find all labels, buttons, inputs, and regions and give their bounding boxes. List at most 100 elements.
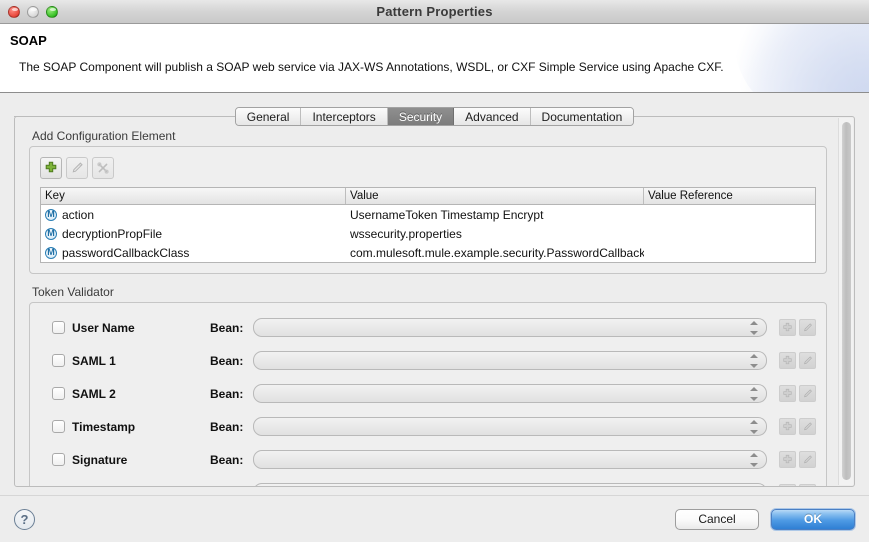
token-validator-row-binary-security-token: Binary Security Token Bean: [40,476,816,486]
mule-element-icon [45,228,57,240]
edit-bean-icon [802,421,813,432]
vertical-scrollbar[interactable] [838,118,853,485]
tab-documentation[interactable]: Documentation [531,108,634,125]
edit-bean-button-saml-2[interactable] [799,385,816,402]
edit-bean-button-saml-1[interactable] [799,352,816,369]
checkbox-timestamp[interactable] [52,420,65,433]
footer-button-group: Cancel OK [675,509,855,530]
dialog-footer: ? Cancel OK [0,495,869,542]
bean-select-binary-security-token[interactable] [253,483,767,486]
add-bean-button-timestamp[interactable] [779,418,796,435]
token-validator-row-user-name: User Name Bean: [40,311,816,344]
cell-key-text: decryptionPropFile [62,227,162,241]
stepper-arrows-icon [749,453,758,467]
security-tab-content: Add Configuration Element [15,117,837,486]
tab-general[interactable]: General [236,108,302,125]
add-bean-icon [782,322,793,333]
edit-bean-button-user-name[interactable] [799,319,816,336]
tab-interceptors[interactable]: Interceptors [301,108,387,125]
add-bean-button-user-name[interactable] [779,319,796,336]
edit-bean-icon [802,454,813,465]
bean-label: Bean: [210,387,253,401]
vertical-scrollbar-thumb[interactable] [842,122,851,480]
table-row[interactable]: decryptionPropFile wssecurity.properties [41,224,815,243]
bean-select-saml-1[interactable] [253,351,767,370]
label-binary-security-token: Binary Security Token [72,486,210,487]
add-bean-button-saml-1[interactable] [779,352,796,369]
page-title: SOAP [10,33,869,48]
tab-advanced[interactable]: Advanced [454,108,530,125]
cell-value: wssecurity.properties [346,227,644,241]
delete-configuration-button[interactable] [92,157,114,179]
add-bean-icon [782,454,793,465]
column-header-value-reference[interactable]: Value Reference [644,188,815,204]
add-bean-button-signature[interactable] [779,451,796,468]
edit-bean-button-timestamp[interactable] [799,418,816,435]
mule-element-icon [45,209,57,221]
edit-bean-button-binary-security-token[interactable] [799,484,816,486]
column-header-value[interactable]: Value [346,188,644,204]
bean-label: Bean: [210,486,253,487]
checkbox-saml-2[interactable] [52,387,65,400]
table-header-row: Key Value Value Reference [41,188,815,205]
token-validator-row-saml-1: SAML 1 Bean: [40,344,816,377]
add-configuration-button[interactable] [40,157,62,179]
mule-element-icon [45,247,57,259]
row-actions-user-name [779,319,816,336]
row-actions-timestamp [779,418,816,435]
add-bean-button-binary-security-token[interactable] [779,484,796,486]
checkbox-signature[interactable] [52,453,65,466]
stepper-arrows-icon [749,354,758,368]
add-bean-button-saml-2[interactable] [779,385,796,402]
bean-label: Bean: [210,420,253,434]
edit-bean-icon [802,388,813,399]
row-actions-saml-1 [779,352,816,369]
bean-select-saml-2[interactable] [253,384,767,403]
cell-key: decryptionPropFile [41,227,346,241]
stepper-arrows-icon [749,387,758,401]
label-timestamp: Timestamp [72,420,210,434]
bean-label: Bean: [210,354,253,368]
add-bean-icon [782,355,793,366]
page-description: The SOAP Component will publish a SOAP w… [19,60,869,74]
edit-bean-button-signature[interactable] [799,451,816,468]
edit-configuration-button[interactable] [66,157,88,179]
token-validator-row-saml-2: SAML 2 Bean: [40,377,816,410]
tab-security[interactable]: Security [388,108,454,125]
cell-key-text: passwordCallbackClass [62,246,189,260]
add-bean-icon [782,388,793,399]
bean-select-signature[interactable] [253,450,767,469]
bean-select-user-name[interactable] [253,318,767,337]
bean-label: Bean: [210,321,253,335]
edit-pencil-icon [70,161,84,175]
pattern-properties-window: Pattern Properties SOAP The SOAP Compone… [0,0,869,542]
label-saml-1: SAML 1 [72,354,210,368]
dialog-header: SOAP The SOAP Component will publish a S… [0,24,869,93]
table-row[interactable]: passwordCallbackClass com.mulesoft.mule.… [41,243,815,262]
configuration-table[interactable]: Key Value Value Reference action [40,187,816,263]
help-button[interactable]: ? [14,509,35,530]
checkbox-user-name[interactable] [52,321,65,334]
add-icon [44,161,58,175]
delete-icon [96,161,110,175]
cell-value: UsernameToken Timestamp Encrypt [346,208,644,222]
dialog-body: General Interceptors Security Advanced D… [0,93,869,495]
column-header-key[interactable]: Key [41,188,346,204]
add-bean-icon [782,421,793,432]
cancel-button[interactable]: Cancel [675,509,759,530]
config-table-toolbar [40,157,816,179]
checkbox-saml-1[interactable] [52,354,65,367]
table-row[interactable]: action UsernameToken Timestamp Encrypt [41,205,815,224]
ok-button[interactable]: OK [771,509,855,530]
row-actions-saml-2 [779,385,816,402]
table-body: action UsernameToken Timestamp Encrypt d… [41,205,815,262]
bean-select-timestamp[interactable] [253,417,767,436]
help-icon: ? [21,513,29,526]
cell-key-text: action [62,208,94,222]
add-configuration-element-group: Add Configuration Element [29,129,827,274]
label-user-name: User Name [72,321,210,335]
cell-key: passwordCallbackClass [41,246,346,260]
row-actions-binary-security-token [779,484,816,486]
edit-bean-icon [802,355,813,366]
window-titlebar: Pattern Properties [0,0,869,24]
